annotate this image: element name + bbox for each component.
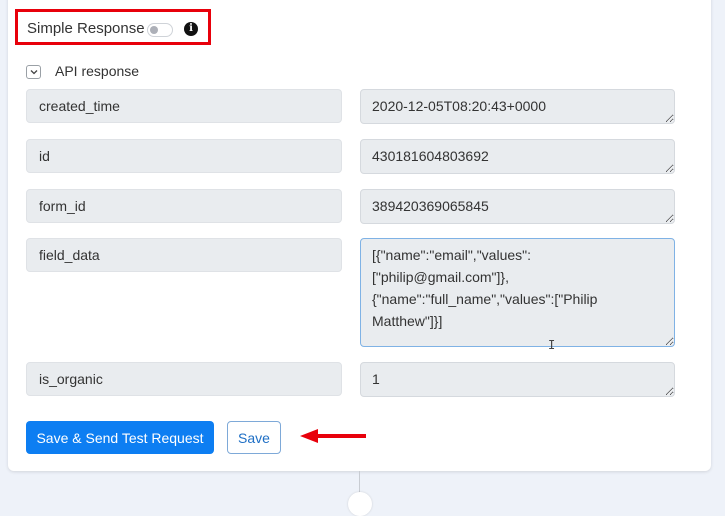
save-and-send-test-request-button[interactable]: Save & Send Test Request xyxy=(26,421,214,454)
save-button[interactable]: Save xyxy=(227,421,281,454)
toggle-knob xyxy=(150,26,158,34)
chevron-down-icon xyxy=(30,70,38,75)
value-field-id[interactable] xyxy=(360,139,675,174)
key-field-field-data: field_data xyxy=(26,238,342,272)
key-field-is-organic: is_organic xyxy=(26,362,342,396)
key-field-created-time: created_time xyxy=(26,89,342,123)
simple-response-toggle[interactable] xyxy=(147,23,173,37)
key-field-form-id: form_id xyxy=(26,189,342,223)
api-response-label: API response xyxy=(55,63,140,79)
info-circle-icon[interactable]: i xyxy=(184,22,198,36)
flow-connector-line xyxy=(359,471,360,493)
text-cursor-icon: I xyxy=(548,338,556,352)
key-field-id: id xyxy=(26,139,342,173)
value-field-is-organic[interactable] xyxy=(360,362,675,397)
value-field-field-data[interactable] xyxy=(360,238,675,347)
add-step-node[interactable] xyxy=(348,492,372,516)
collapse-toggle-button[interactable] xyxy=(26,65,41,79)
value-field-form-id[interactable] xyxy=(360,189,675,224)
simple-response-label: Simple Response xyxy=(27,20,145,37)
annotation-arrow-icon xyxy=(300,429,366,443)
value-field-created-time[interactable] xyxy=(360,89,675,124)
